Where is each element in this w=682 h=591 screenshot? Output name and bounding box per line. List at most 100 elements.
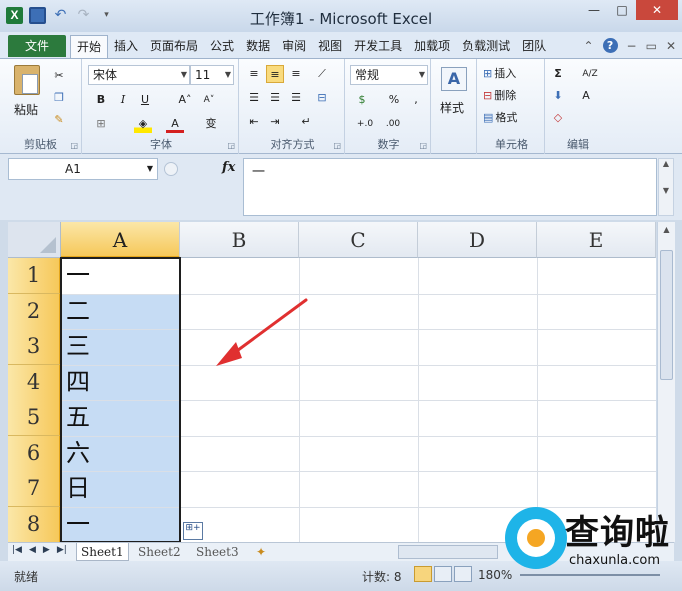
doc-minimize-icon[interactable]: − (627, 39, 637, 53)
decrease-decimal-button[interactable]: .00 (381, 115, 405, 133)
column-header-e[interactable]: E (537, 222, 656, 258)
row-header-5[interactable]: 5 (8, 400, 61, 436)
tab-add-ins[interactable]: 加载项 (408, 35, 456, 58)
italic-button[interactable]: I (114, 91, 132, 109)
sheet-tab-1[interactable]: Sheet1 (76, 543, 129, 561)
sheet-tab-2[interactable]: Sheet2 (134, 543, 185, 561)
align-right-icon[interactable]: ☰ (287, 89, 305, 107)
underline-button[interactable]: U (136, 91, 154, 109)
scroll-up-icon[interactable]: ▲ (658, 225, 675, 234)
wrap-text-icon[interactable]: ↵ (297, 113, 315, 131)
align-middle-icon[interactable]: ≡ (266, 65, 284, 83)
page-break-view-icon[interactable] (454, 566, 472, 582)
styles-icon[interactable]: A (441, 67, 467, 91)
number-format-combo[interactable]: 常规 ▼ (350, 65, 428, 85)
delete-cells-button[interactable]: ⊟ 删除 (483, 87, 516, 103)
collapse-ribbon-icon[interactable]: ⌃ (583, 39, 593, 53)
comma-button[interactable]: , (407, 91, 425, 109)
sort-filter-button[interactable]: A/Z (577, 65, 603, 83)
help-icon[interactable]: ? (602, 38, 618, 53)
tab-insert[interactable]: 插入 (108, 35, 144, 58)
insert-function-button[interactable]: fx (222, 160, 235, 175)
align-center-icon[interactable]: ☰ (266, 89, 284, 107)
shrink-font-button[interactable]: A˅ (198, 91, 220, 109)
sheet-tab-3[interactable]: Sheet3 (192, 543, 243, 561)
decrease-indent-icon[interactable]: ⇤ (245, 113, 263, 131)
tab-developer[interactable]: 开发工具 (348, 35, 408, 58)
autosum-button[interactable]: Σ (549, 65, 567, 83)
row-header-3[interactable]: 3 (8, 329, 61, 365)
font-color-icon[interactable]: A (166, 115, 184, 133)
column-header-a[interactable]: A (61, 222, 180, 258)
fill-color-icon[interactable]: ◈ (134, 115, 152, 133)
find-select-button[interactable]: A (577, 87, 595, 105)
row-header-4[interactable]: 4 (8, 365, 61, 401)
next-sheet-icon[interactable]: ▶ (43, 545, 50, 555)
font-name-combo[interactable]: 宋体 ▼ (88, 65, 190, 85)
new-sheet-icon[interactable]: ✦ (252, 543, 270, 561)
formula-input[interactable]: 一 (243, 158, 657, 216)
font-size-combo[interactable]: 11 ▼ (190, 65, 234, 85)
prev-sheet-icon[interactable]: ◀ (29, 545, 36, 555)
close-button[interactable]: ✕ (636, 0, 678, 20)
tab-page-layout[interactable]: 页面布局 (144, 35, 204, 58)
tab-review[interactable]: 审阅 (276, 35, 312, 58)
format-cells-button[interactable]: ▤ 格式 (483, 109, 517, 125)
vertical-scrollbar[interactable]: ▲ (657, 222, 675, 542)
grow-font-button[interactable]: A˄ (174, 91, 196, 109)
row-header-7[interactable]: 7 (8, 471, 61, 507)
vertical-scroll-thumb[interactable] (660, 250, 673, 380)
merge-center-icon[interactable]: ⊟ (313, 89, 331, 107)
tab-home[interactable]: 开始 (70, 35, 109, 58)
page-layout-view-icon[interactable] (434, 566, 452, 582)
increase-decimal-button[interactable]: +.0 (353, 115, 377, 133)
align-top-icon[interactable]: ≡ (245, 65, 263, 83)
copy-icon[interactable]: ❐ (50, 89, 68, 107)
doc-close-icon[interactable]: ✕ (666, 39, 676, 53)
paste-button[interactable]: 粘贴 (14, 101, 38, 118)
alignment-launcher-icon[interactable]: ◲ (333, 141, 341, 150)
tab-team[interactable]: 团队 (516, 35, 552, 58)
column-header-d[interactable]: D (418, 222, 537, 258)
tab-load-test[interactable]: 负载测试 (456, 35, 516, 58)
auto-fill-options-icon[interactable]: ⊞+ (183, 522, 203, 540)
formula-bar-scroll[interactable]: ▲ ▼ (658, 158, 674, 216)
number-launcher-icon[interactable]: ◲ (419, 141, 427, 150)
column-header-b[interactable]: B (180, 222, 299, 258)
name-box[interactable]: A1 ▼ (8, 158, 158, 180)
column-header-c[interactable]: C (299, 222, 418, 258)
maximize-button[interactable]: □ (608, 0, 636, 20)
paste-icon[interactable] (14, 65, 40, 95)
align-left-icon[interactable]: ☰ (245, 89, 263, 107)
normal-view-icon[interactable] (414, 566, 432, 582)
font-launcher-icon[interactable]: ◲ (227, 141, 235, 150)
select-all-button[interactable] (8, 222, 61, 258)
percent-button[interactable]: % (385, 91, 403, 109)
tab-view[interactable]: 视图 (312, 35, 348, 58)
currency-icon[interactable]: $ (353, 91, 371, 109)
cut-icon[interactable]: ✂ (50, 67, 68, 85)
formula-cancel-icon[interactable] (164, 162, 178, 176)
phonetic-button[interactable]: 变 (202, 115, 220, 133)
orientation-icon[interactable]: ⟋ (313, 65, 331, 83)
insert-cells-button[interactable]: ⊞ 插入 (483, 65, 516, 81)
align-bottom-icon[interactable]: ≡ (287, 65, 305, 83)
fill-icon[interactable]: ⬇ (549, 87, 567, 105)
row-header-6[interactable]: 6 (8, 436, 61, 472)
doc-restore-icon[interactable]: ▭ (646, 39, 657, 53)
tab-data[interactable]: 数据 (240, 35, 276, 58)
minimize-button[interactable]: — (580, 0, 608, 20)
bold-button[interactable]: B (92, 91, 110, 109)
first-sheet-icon[interactable]: |◀ (12, 545, 22, 555)
last-sheet-icon[interactable]: ▶| (57, 545, 67, 555)
row-header-2[interactable]: 2 (8, 294, 61, 330)
increase-indent-icon[interactable]: ⇥ (266, 113, 284, 131)
clear-icon[interactable]: ◇ (549, 109, 567, 127)
tab-formulas[interactable]: 公式 (204, 35, 240, 58)
borders-icon[interactable]: ⊞ (92, 115, 110, 133)
row-header-8[interactable]: 8 (8, 507, 61, 542)
format-painter-icon[interactable]: ✎ (50, 111, 68, 129)
horizontal-scrollbar[interactable] (398, 545, 498, 559)
styles-button[interactable]: 样式 (440, 99, 464, 116)
clipboard-launcher-icon[interactable]: ◲ (70, 141, 78, 150)
